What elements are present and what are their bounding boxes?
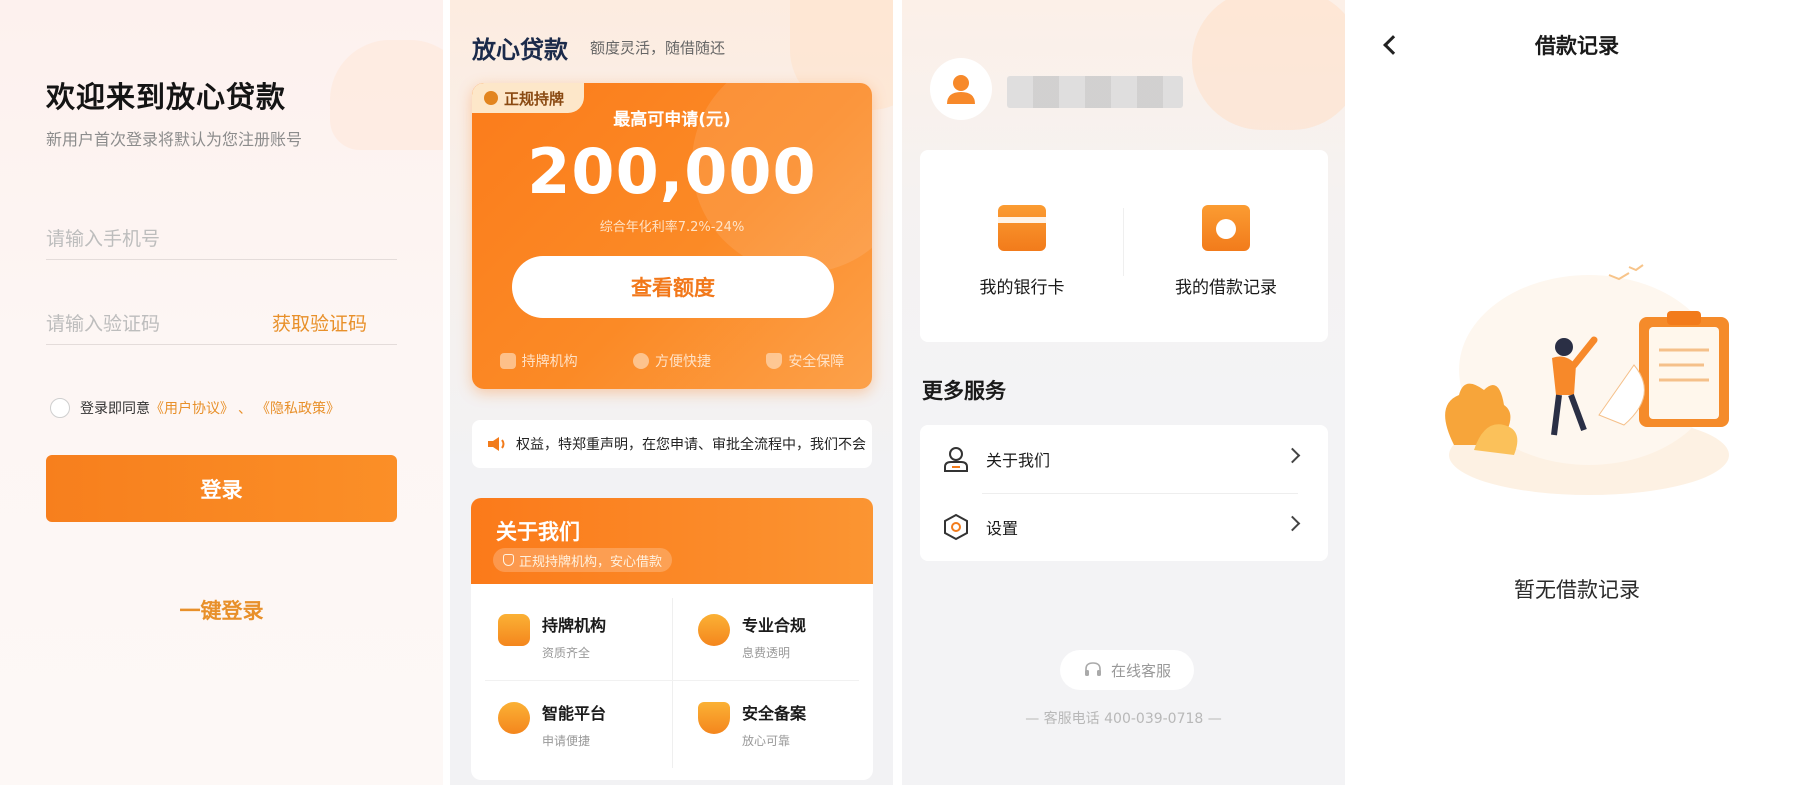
building-icon [499,353,516,369]
grid-divider [485,680,859,681]
bank-icon [498,614,530,646]
background-decoration [330,40,443,150]
about-header: 关于我们 正规持牌机构，安心借款 [471,498,873,584]
mine-screen: 我的银行卡 我的借款记录 更多服务 关于我们 设置 在线客服 — 客服电话 40… [902,0,1345,785]
about-us-label: 关于我们 [986,451,1051,470]
service-phone: — 客服电话 400-039-0718 — [1025,711,1222,727]
loan-records-screen: 借款记录 暂无借款记录 [1354,0,1800,785]
phone-placeholder: 请输入手机号 [46,228,161,250]
login-screen: 欢迎来到放心贷款 新用户首次登录将默认为您注册账号 请输入手机号 请输入验证码 … [0,0,443,785]
feature-fast: 方便快捷 [632,351,711,371]
page-subtitle: 新用户首次登录将默认为您注册账号 [46,130,303,149]
feature-label: 方便快捷 [654,354,711,370]
home-screen: 放心贷款 额度灵活，随借随还 正规持牌 最高可申请(元) 200,000 综合年… [450,0,893,785]
agree-separator: 、 [238,401,252,417]
shield-check-icon [698,702,730,734]
empty-state-illustration [1445,264,1729,495]
lightning-icon [632,353,649,369]
bank-card-label: 我的银行卡 [979,278,1065,298]
user-agreement-link[interactable]: 《用户协议》 [150,398,234,418]
item-title: 专业合规 [742,616,807,635]
privacy-policy-link[interactable]: 《隐私政策》 [256,398,340,418]
bank-card-entry[interactable]: 我的银行卡 [920,205,1124,298]
online-service-button[interactable]: 在线客服 [1060,650,1194,690]
agree-prefix: 登录即同意 [80,401,150,417]
notice-text: 权益，特郑重声明，在您申请、审批全流程中，我们不会 [516,437,866,453]
shield-icon [766,353,783,369]
background-decoration [1192,0,1345,130]
settings-label: 设置 [986,519,1019,538]
notice-bar[interactable]: 权益，特郑重声明，在您申请、审批全流程中，我们不会 [472,420,872,468]
brand-subtitle: 额度灵活，随借随还 [590,39,726,57]
calendar-clock-icon [1202,205,1250,251]
agreement-row: 登录即同意 《用户协议》 、 《隐私政策》 [50,398,340,418]
empty-state-text: 暂无借款记录 [1514,578,1640,602]
item-sub: 申请便捷 [542,734,591,748]
stopwatch-icon [698,614,730,646]
code-placeholder: 请输入验证码 [46,313,161,335]
max-amount-label: 最高可申请(元) [613,110,731,130]
headset-icon [1084,662,1101,676]
online-service-label: 在线客服 [1110,661,1171,680]
brand-title: 放心贷款 [472,36,568,64]
phone-field[interactable]: 请输入手机号 [46,210,397,260]
about-item-smart: 智能平台 申请便捷 [498,700,606,749]
person-icon [944,447,968,472]
money-hand-icon [498,702,530,734]
check-quota-button[interactable]: 查看额度 [512,256,834,318]
medal-icon [484,91,498,105]
about-title: 关于我们 [496,520,580,544]
item-title: 智能平台 [542,704,607,723]
bank-card-icon [998,205,1046,251]
speaker-icon [488,437,505,451]
feature-licensed: 持牌机构 [499,351,578,371]
feature-label: 安全保障 [788,354,845,370]
page-title: 欢迎来到放心贷款 [46,80,287,114]
about-tag: 正规持牌机构，安心借款 [493,548,673,572]
service-list: 关于我们 设置 [920,425,1328,561]
feature-row: 持牌机构 方便快捷 安全保障 [472,351,872,371]
user-icon [947,75,975,104]
one-click-login-button[interactable]: 一键登录 [0,595,443,625]
item-sub: 放心可靠 [742,734,791,748]
about-item-security: 安全备案 放心可靠 [698,700,806,749]
chevron-right-icon [1284,515,1301,532]
interest-rate: 综合年化利率7.2%-24% [599,220,745,235]
item-sub: 息费透明 [742,646,791,660]
get-code-button[interactable]: 获取验证码 [272,309,367,336]
settings-row[interactable]: 设置 [920,493,1328,561]
feature-label: 持牌机构 [521,354,578,370]
item-sub: 资质齐全 [542,646,591,660]
page-title: 借款记录 [1535,34,1619,58]
more-services-title: 更多服务 [922,379,1006,403]
quick-entry-card: 我的银行卡 我的借款记录 [920,150,1328,342]
grid-divider [672,598,673,768]
gear-icon [944,513,968,541]
login-button[interactable]: 登录 [46,455,397,522]
item-title: 安全备案 [742,704,807,723]
item-title: 持牌机构 [542,616,607,635]
chevron-right-icon [1284,447,1301,464]
about-item-compliance: 专业合规 息费透明 [698,612,806,661]
loan-records-entry[interactable]: 我的借款记录 [1124,205,1328,298]
max-amount-value: 200,000 [527,135,817,208]
agree-checkbox[interactable] [50,398,70,418]
feature-secure: 安全保障 [766,351,844,371]
quota-card: 正规持牌 最高可申请(元) 200,000 综合年化利率7.2%-24% 查看额… [472,83,872,389]
code-field[interactable]: 请输入验证码 获取验证码 [46,295,397,345]
about-section: 关于我们 正规持牌机构，安心借款 持牌机构 资质齐全 专业合规 息费透明 智能平… [471,498,873,780]
avatar[interactable] [930,58,992,120]
about-item-licensed: 持牌机构 资质齐全 [498,612,606,661]
about-us-row[interactable]: 关于我们 [920,425,1328,493]
shield-icon [503,554,514,566]
about-tag-label: 正规持牌机构，安心借款 [519,554,663,570]
loan-records-label: 我的借款记录 [1175,278,1277,298]
username-blurred [1007,76,1183,108]
